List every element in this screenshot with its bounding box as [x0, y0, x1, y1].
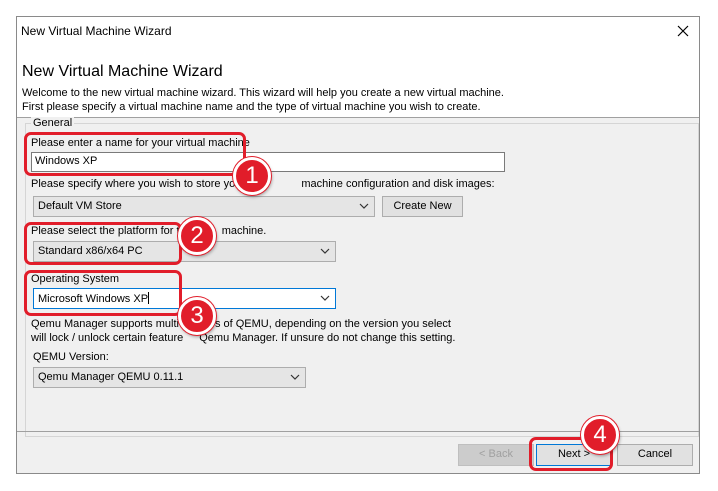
highlight-operating-system: [24, 270, 182, 316]
header-description-line-1: Welcome to the new virtual machine wizar…: [22, 87, 504, 99]
highlight-vm-name: [24, 132, 246, 176]
close-icon: [677, 25, 689, 37]
chevron-down-icon: [359, 203, 369, 209]
qemu-version-select[interactable]: Qemu Manager QEMU 0.11.1: [33, 367, 306, 388]
close-button[interactable]: [673, 21, 693, 41]
chevron-down-icon: [320, 248, 330, 254]
chevron-down-icon: [320, 295, 330, 301]
general-legend: General: [31, 117, 75, 129]
highlight-platform: [24, 222, 182, 265]
qemu-version-value: Qemu Manager QEMU 0.11.1: [38, 371, 184, 383]
qemu-version-label: QEMU Version:: [33, 351, 109, 363]
wizard-header: New Virtual Machine Wizard Welcome to th…: [17, 45, 699, 117]
step-badge-4: 4: [581, 416, 619, 454]
title-bar: New Virtual Machine Wizard: [17, 17, 699, 45]
qemu-note-line-1: Qemu Manager supports multi s of QEMU, de…: [31, 318, 451, 330]
step-badge-1: 1: [233, 157, 271, 195]
header-divider: [17, 117, 699, 118]
chevron-down-icon: [290, 374, 300, 380]
header-description-line-2: First please specify a virtual machine n…: [22, 101, 481, 113]
qemu-note-line-2: will lock / unlock certain feature Qemu M…: [31, 332, 456, 344]
create-new-button[interactable]: Create New: [382, 196, 463, 217]
step-badge-2: 2: [178, 217, 216, 255]
vm-store-select[interactable]: Default VM Store: [33, 196, 375, 217]
step-badge-3: 3: [178, 297, 216, 335]
back-button[interactable]: < Back: [458, 444, 534, 466]
page-title: New Virtual Machine Wizard: [22, 63, 223, 80]
vm-store-value: Default VM Store: [38, 200, 122, 212]
cancel-button[interactable]: Cancel: [617, 444, 693, 466]
window-title: New Virtual Machine Wizard: [21, 24, 172, 38]
